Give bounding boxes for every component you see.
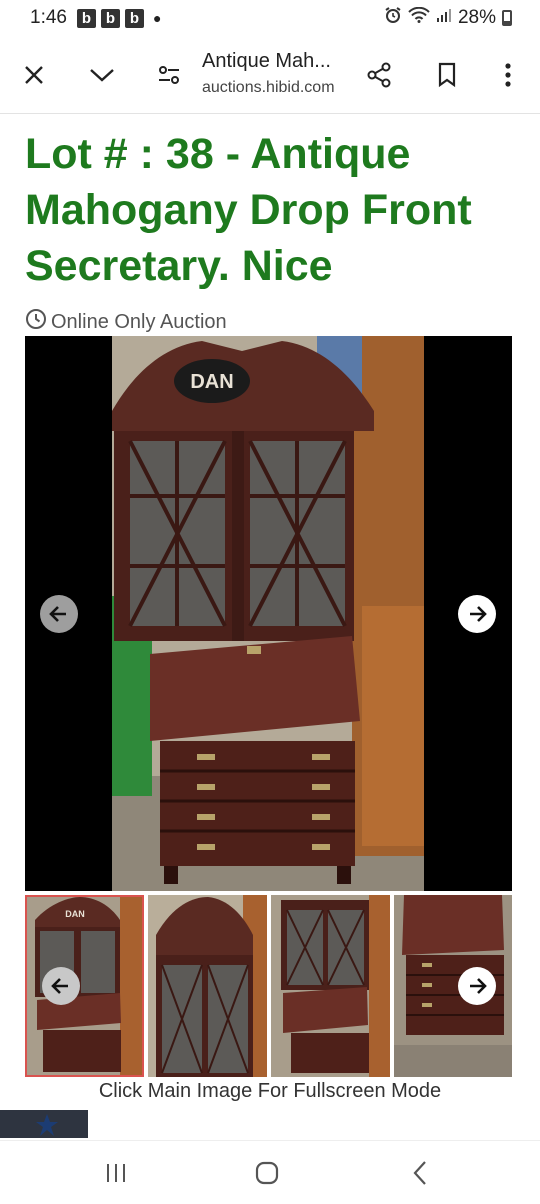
arrow-right-icon [470,978,487,994]
status-bar: 1:46 b b b ● 28% [0,0,540,36]
bookmark-icon[interactable] [425,53,469,97]
thumbnail-strip: DAN [25,895,512,1077]
previous-image-button[interactable] [40,595,78,633]
chevron-down-icon[interactable] [80,53,124,97]
page-settings-icon[interactable] [147,53,191,97]
status-time: 1:46 [30,7,67,28]
browser-toolbar: Antique Mah... auctions.hibid.com [0,36,540,114]
thumbnail-2[interactable] [148,895,267,1077]
signal-icon [436,7,452,29]
close-icon[interactable] [12,53,56,97]
url-host: auctions.hibid.com [202,79,335,96]
wifi-icon [408,6,430,29]
arrow-left-icon [51,978,68,994]
battery-percent: 28% [457,7,496,28]
auction-type-label: Online Only Auction [51,310,227,333]
recents-icon [107,1164,125,1182]
page-title: Antique Mah... [202,50,331,72]
recent-apps-button[interactable] [96,1157,136,1189]
alarm-icon [384,6,402,30]
main-image[interactable]: DAN [25,336,512,891]
thumbs-previous-button[interactable] [42,967,80,1005]
lot-title: Lot # : 38 - Antique Mahogany Drop Front… [25,130,472,290]
star-icon [36,1114,58,1136]
notification-badge: b [100,8,120,28]
auction-type: Online Only Auction [25,308,227,336]
home-button[interactable] [247,1157,287,1189]
chat-widget-tab[interactable] [0,1110,88,1138]
thumbnail-3[interactable] [271,895,390,1077]
battery-icon [502,10,512,26]
clock-icon [25,308,47,336]
notification-badge: b [76,8,96,28]
thumb-sign-text: DAN [65,909,85,919]
home-icon [255,1161,279,1185]
more-icon[interactable] [486,53,530,97]
arrow-right-icon [470,606,487,622]
url-bar[interactable]: Antique Mah... auctions.hibid.com [202,50,352,97]
back-icon [413,1161,426,1185]
sign-text: DAN [190,371,233,393]
secretary-photo: DAN [112,336,424,891]
arrow-left-icon [49,606,66,622]
back-button[interactable] [400,1157,440,1189]
thumbs-next-button[interactable] [458,967,496,1005]
next-image-button[interactable] [458,595,496,633]
share-icon[interactable] [357,53,401,97]
fullscreen-hint: Click Main Image For Fullscreen Mode [98,1080,442,1102]
system-navigation-bar [0,1140,540,1204]
notification-badge: b [124,8,144,28]
more-notifications-dot: ● [152,10,162,26]
